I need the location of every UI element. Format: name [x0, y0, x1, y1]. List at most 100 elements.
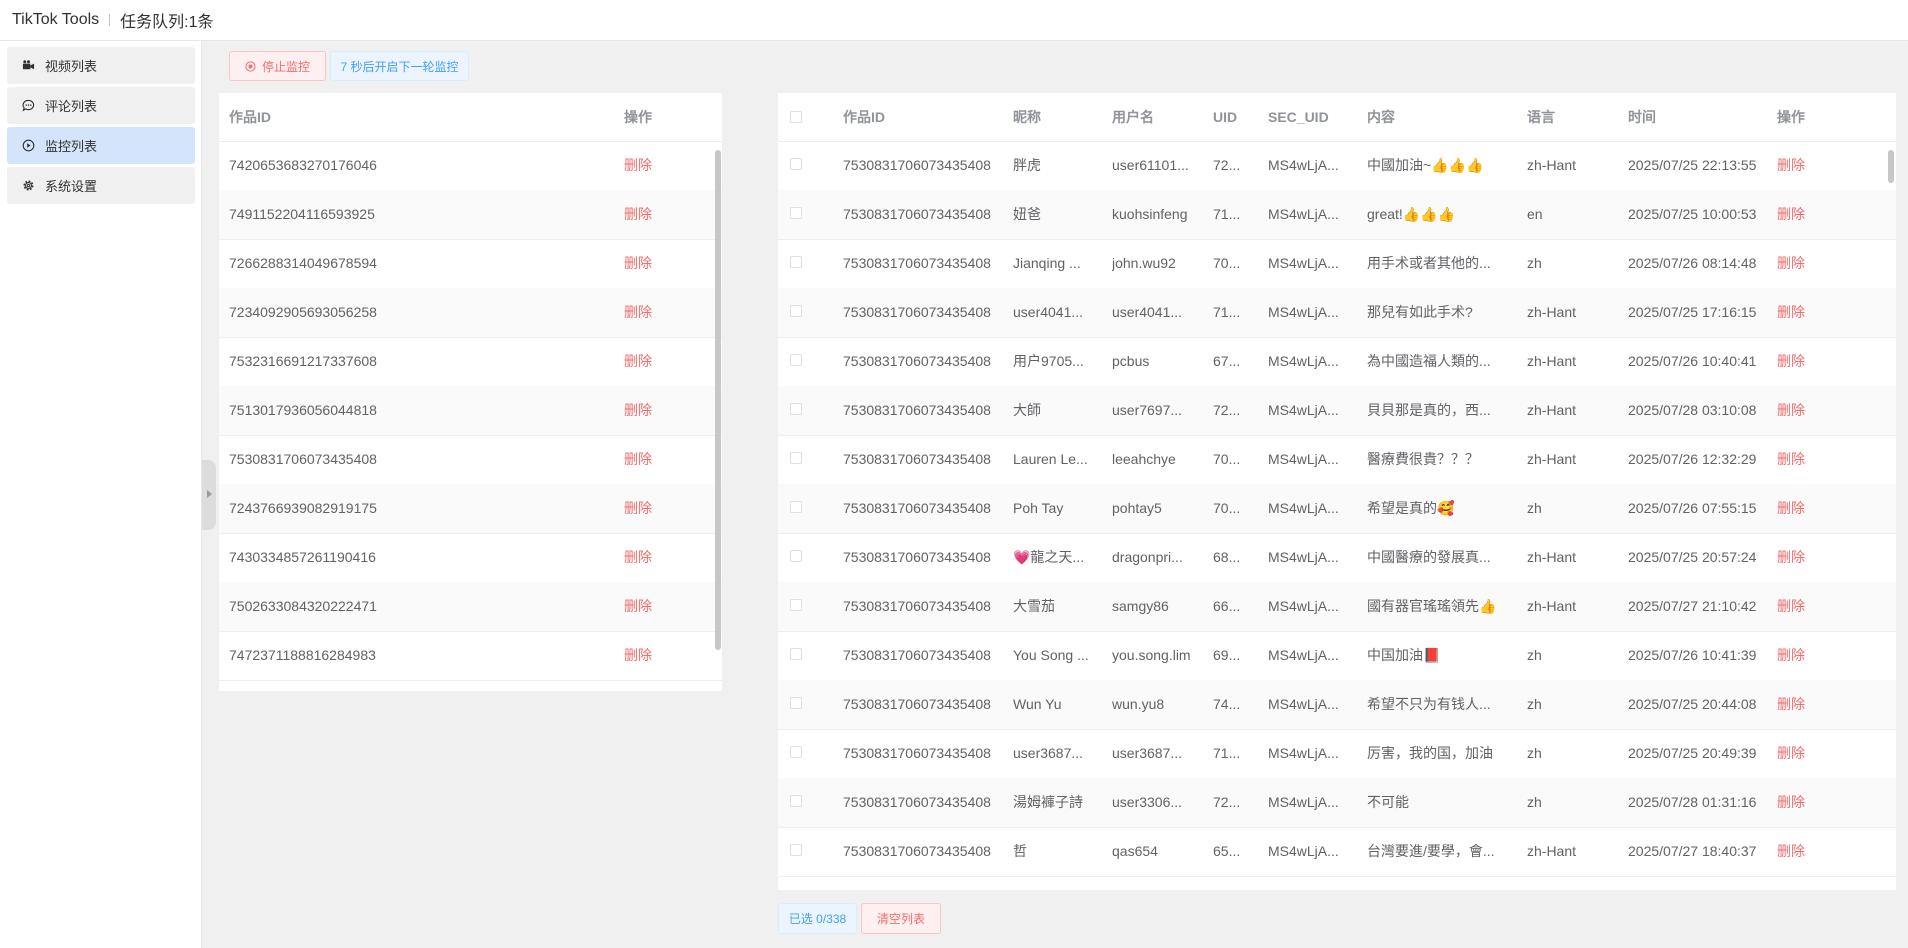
uid-cell: 74...	[1213, 696, 1241, 712]
row-checkbox[interactable]	[790, 501, 802, 513]
row-checkbox[interactable]	[790, 746, 802, 758]
row-checkbox[interactable]	[790, 452, 802, 464]
row-checkbox[interactable]	[790, 648, 802, 660]
scrollbar[interactable]	[1888, 150, 1894, 183]
username-cell: qas654	[1112, 843, 1158, 859]
delete-link[interactable]: 删除	[1777, 729, 1805, 777]
delete-link[interactable]: 删除	[624, 337, 652, 385]
video-id-cell: 7513017936056044818	[229, 402, 377, 418]
row-checkbox[interactable]	[790, 158, 802, 170]
delete-link[interactable]: 删除	[624, 533, 652, 581]
video-id-cell: 7502633084320222471	[229, 598, 377, 614]
delete-link[interactable]: 删除	[1777, 141, 1805, 189]
language-cell: zh	[1527, 745, 1542, 761]
video-id-cell: 7234092905693056258	[229, 304, 377, 320]
language-cell: en	[1527, 206, 1543, 222]
delete-link[interactable]: 删除	[1777, 778, 1805, 826]
stop-monitor-button[interactable]: 停止监控	[229, 51, 326, 81]
row-checkbox[interactable]	[790, 354, 802, 366]
sidebar-collapse-toggle[interactable]	[202, 460, 216, 530]
delete-link[interactable]: 删除	[624, 141, 652, 189]
content-cell: great!👍👍👍	[1367, 206, 1456, 222]
delete-link[interactable]: 删除	[1777, 631, 1805, 679]
delete-link[interactable]: 删除	[1777, 386, 1805, 434]
uid-cell: 71...	[1213, 304, 1241, 320]
sec-uid-cell: MS4wLjA...	[1268, 500, 1339, 516]
language-cell: zh-Hant	[1527, 353, 1577, 369]
row-checkbox[interactable]	[790, 207, 802, 219]
delete-link[interactable]: 删除	[624, 631, 652, 679]
column-header-nickname: 昵称	[1013, 109, 1041, 125]
delete-link[interactable]: 删除	[1777, 533, 1805, 581]
table-row: 7530831706073435408 user4041... user4041..…	[778, 288, 1896, 338]
row-checkbox[interactable]	[790, 844, 802, 856]
delete-link[interactable]: 删除	[1777, 582, 1805, 630]
time-cell: 2025/07/26 10:41:39	[1628, 647, 1757, 663]
row-checkbox[interactable]	[790, 599, 802, 611]
sidebar-item-monitor[interactable]: 监控列表	[7, 127, 195, 164]
delete-link[interactable]: 删除	[624, 288, 652, 336]
select-all-checkbox[interactable]	[790, 111, 802, 123]
sidebar-item-videos[interactable]: 视频列表	[7, 47, 195, 84]
content-cell: 希望是真的🥰	[1367, 500, 1455, 516]
delete-link[interactable]: 删除	[624, 386, 652, 434]
video-id-cell: 7530831706073435408	[843, 353, 991, 369]
delete-link[interactable]: 删除	[1777, 827, 1805, 875]
play-circle-icon	[21, 139, 35, 153]
row-checkbox[interactable]	[790, 256, 802, 268]
scrollbar[interactable]	[715, 150, 721, 650]
next-round-countdown-button[interactable]: 7 秒后开启下一轮监控	[330, 51, 469, 81]
selected-count-button[interactable]: 已选 0/338	[778, 903, 857, 934]
delete-link[interactable]: 删除	[1777, 337, 1805, 385]
row-checkbox[interactable]	[790, 403, 802, 415]
column-header-language: 语言	[1527, 109, 1555, 125]
sec-uid-cell: MS4wLjA...	[1268, 255, 1339, 271]
delete-link[interactable]: 删除	[624, 435, 652, 483]
sec-uid-cell: MS4wLjA...	[1268, 598, 1339, 614]
nickname-cell: 湯姆褲子詩	[1013, 794, 1083, 810]
uid-cell: 69...	[1213, 647, 1241, 663]
sidebar: 视频列表 评论列表 监控列表 系统设置	[0, 41, 202, 948]
delete-link[interactable]: 删除	[624, 239, 652, 287]
delete-link[interactable]: 删除	[624, 190, 652, 238]
video-id-cell: 7530831706073435408	[843, 500, 991, 516]
countdown-label: 7 秒后开启下一轮监控	[340, 59, 459, 74]
sidebar-item-comments[interactable]: 评论列表	[7, 87, 195, 124]
delete-link[interactable]: 删除	[624, 484, 652, 532]
delete-link[interactable]: 删除	[1777, 288, 1805, 336]
sidebar-item-settings[interactable]: 系统设置	[7, 167, 195, 204]
row-checkbox[interactable]	[790, 795, 802, 807]
video-id-cell: 7530831706073435408	[843, 843, 991, 859]
delete-link[interactable]: 删除	[1777, 239, 1805, 287]
username-cell: user4041...	[1112, 304, 1183, 320]
time-cell: 2025/07/28 03:10:08	[1628, 402, 1757, 418]
delete-link[interactable]: 删除	[1777, 484, 1805, 532]
delete-link[interactable]: 删除	[1777, 435, 1805, 483]
delete-link[interactable]: 删除	[1777, 190, 1805, 238]
table-row: 7530831706073435408 Poh Tay pohtay5 70... MS…	[778, 484, 1896, 534]
row-checkbox[interactable]	[790, 550, 802, 562]
sidebar-item-label: 评论列表	[45, 99, 98, 114]
delete-link[interactable]: 删除	[624, 582, 652, 630]
video-icon	[21, 59, 35, 73]
language-cell: zh	[1527, 794, 1542, 810]
table-header: 作品ID 昵称 用户名 UID SEC_UID 内容 语言 时间 操作	[778, 93, 1896, 142]
sec-uid-cell: MS4wLjA...	[1268, 647, 1339, 663]
language-cell: zh-Hant	[1527, 451, 1577, 467]
clear-list-button[interactable]: 清空列表	[861, 903, 941, 934]
row-checkbox[interactable]	[790, 305, 802, 317]
sec-uid-cell: MS4wLjA...	[1268, 304, 1339, 320]
table-row: 7530831706073435408 Jianqing ... john.wu92…	[778, 239, 1896, 289]
delete-link[interactable]: 删除	[1777, 680, 1805, 728]
username-cell: pohtay5	[1112, 500, 1162, 516]
content-cell: 醫療費很貴？？？	[1367, 451, 1479, 467]
nickname-cell: 用户9705...	[1013, 353, 1084, 369]
video-id-cell: 7530831706073435408	[843, 745, 991, 761]
username-cell: leeahchye	[1112, 451, 1176, 467]
uid-cell: 71...	[1213, 206, 1241, 222]
video-id-cell: 7530831706073435408	[843, 304, 991, 320]
content-cell: 厉害，我的国，加油	[1367, 745, 1493, 761]
video-id-cell: 7532316691217337608	[229, 353, 377, 369]
row-checkbox[interactable]	[790, 697, 802, 709]
username-cell: dragonpri...	[1112, 549, 1183, 565]
